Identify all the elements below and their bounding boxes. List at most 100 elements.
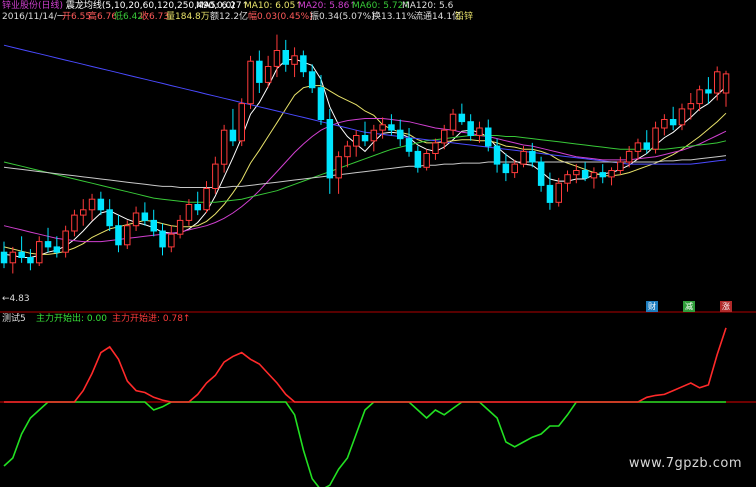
candle-body: [714, 71, 721, 94]
candle-body: [27, 257, 34, 264]
candle-body: [581, 170, 589, 179]
candle-body: [159, 230, 166, 248]
candle-body: [625, 150, 633, 163]
candle-body: [379, 124, 386, 131]
candle-body: [599, 172, 606, 178]
ma120-label: MA120: 5.6: [402, 1, 454, 11]
candle-body: [564, 174, 571, 184]
candle-body: [449, 113, 457, 131]
watermark: www.7gpzb.com: [628, 456, 742, 471]
quote-open: 开6.55: [62, 12, 92, 22]
candle-body: [370, 129, 378, 142]
candle-body: [696, 89, 703, 105]
candle-body: [661, 119, 668, 129]
candle-body: [590, 172, 598, 179]
candle-body: [326, 119, 334, 179]
candle-body: [529, 150, 536, 163]
candle-body: [247, 60, 254, 105]
candle-body: [634, 142, 642, 152]
candle-body: [115, 225, 122, 246]
quote-high: 高6.76: [88, 12, 118, 22]
candle-body: [388, 124, 395, 131]
candle-body: [36, 241, 43, 264]
candle-body: [441, 129, 448, 144]
candle-body: [132, 212, 140, 227]
quote-amount: 额12.2亿: [210, 12, 249, 22]
candle-body: [106, 209, 113, 227]
quote-change: 幅0.03(0.45%): [248, 12, 313, 22]
ma-line-ma5: [3, 58, 727, 258]
quote-date: 2016/11/14/一: [2, 12, 66, 22]
low-price-marker: ←4.83: [2, 294, 30, 304]
signal-out-label: 主力开始出: 0.00: [36, 314, 107, 324]
candle-body: [485, 127, 492, 147]
candle-body: [467, 121, 474, 136]
candle-body: [458, 113, 466, 123]
candle-body: [432, 142, 439, 154]
quote-circ: 流通14.1亿: [414, 12, 462, 22]
quote-extra: 铅锌: [455, 12, 474, 22]
signal-out-line: [3, 401, 726, 487]
candle-body: [414, 150, 422, 168]
candle-body: [53, 246, 61, 253]
ma-line-ma120: [3, 44, 727, 165]
candle-body: [317, 87, 325, 120]
candle-body: [150, 219, 157, 232]
candle-body: [0, 251, 8, 264]
candle-body: [256, 60, 263, 83]
candle-body: [617, 161, 624, 171]
candle-body: [353, 135, 360, 147]
candle-body: [264, 66, 272, 83]
candle-body: [423, 153, 430, 168]
signal-in-line: [4, 327, 727, 403]
candle-body: [520, 150, 527, 165]
candle-body: [168, 233, 175, 248]
candle-body: [71, 214, 78, 232]
candle-body: [176, 219, 184, 235]
candle-body: [185, 204, 193, 221]
candle-body: [652, 127, 659, 150]
candle-body: [502, 163, 510, 174]
finance-badge[interactable]: 财: [646, 301, 658, 312]
ma5-label: MA5: 6.27↑: [196, 1, 250, 11]
candle-body: [62, 230, 69, 253]
candle-body: [573, 170, 580, 176]
candle-body: [405, 138, 413, 152]
candle-body: [335, 156, 342, 179]
kline-chart: [0, 34, 756, 487]
candle-body: [308, 71, 316, 89]
candle-body: [300, 55, 307, 73]
candle-body: [476, 127, 483, 136]
indicator-name: 测试5: [2, 314, 26, 324]
candle-body: [344, 145, 351, 158]
candle-body: [722, 73, 730, 94]
candle-body: [546, 184, 554, 203]
candle-body: [220, 129, 228, 165]
candle-body: [124, 225, 131, 246]
candle-body: [537, 161, 545, 186]
quote-volume: 量184.8万: [166, 12, 210, 22]
candle-body: [493, 145, 501, 165]
candle-body: [291, 55, 298, 65]
candle-body: [88, 198, 96, 211]
rise-badge[interactable]: 涨: [720, 301, 732, 312]
candle-body: [687, 103, 695, 110]
candle-body: [511, 163, 518, 174]
reduce-badge[interactable]: 减: [683, 301, 695, 312]
candle-body: [9, 251, 17, 264]
candle-body: [212, 163, 219, 190]
candle-body: [705, 89, 712, 94]
candle-body: [361, 135, 369, 142]
candle-body: [282, 50, 289, 65]
ma20-label: MA20: 5.86↑: [298, 1, 357, 11]
candle-body: [238, 103, 245, 142]
candle-body: [273, 50, 281, 67]
candle-body: [80, 209, 87, 216]
quote-amplitude: 振0.34(5.07%): [310, 12, 375, 22]
candle-body: [555, 182, 562, 203]
candle-body: [229, 129, 237, 142]
indicator-panel: [3, 327, 727, 487]
signal-in-label: 主力开始进: 0.78↑: [112, 314, 191, 324]
price-panel: [0, 311, 756, 403]
candle-body: [643, 142, 650, 150]
